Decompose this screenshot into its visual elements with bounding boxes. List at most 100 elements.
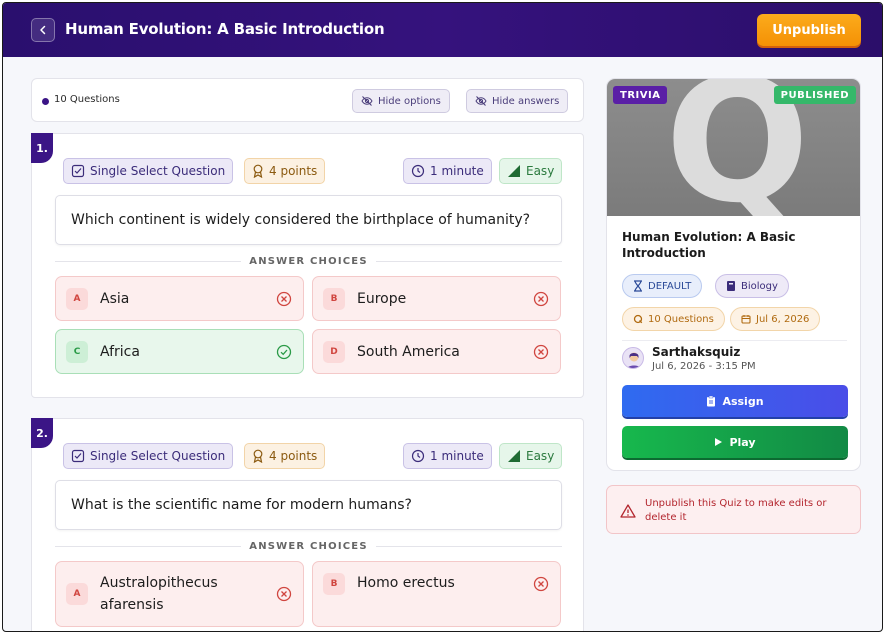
- page-title: Human Evolution: A Basic Introduction: [65, 20, 385, 38]
- choice-text: Asia: [100, 290, 130, 307]
- question-type-label: Single Select Question: [90, 449, 226, 463]
- choice-letter: B: [323, 573, 345, 595]
- question-card-2: 2. Single Select Question 4 points 1 min…: [31, 418, 584, 631]
- choice-c: C Africa: [55, 329, 304, 374]
- answer-choices-heading: ANSWER CHOICES: [55, 256, 562, 267]
- tag-default-label: DEFAULT: [648, 280, 692, 292]
- hourglass-icon: [634, 280, 642, 292]
- answer-choices-label: ANSWER CHOICES: [249, 541, 368, 552]
- app-frame: Human Evolution: A Basic Introduction Un…: [2, 2, 883, 632]
- play-button[interactable]: Play: [622, 426, 848, 458]
- difficulty-chip: Easy: [499, 158, 563, 184]
- clipboard-icon: [707, 395, 716, 407]
- wrong-x-icon: [533, 291, 549, 306]
- choice-letter: C: [66, 340, 88, 363]
- choice-letter: A: [66, 287, 88, 310]
- award-icon: [253, 449, 263, 463]
- choice-letter: D: [323, 340, 345, 363]
- question-q-icon: [633, 314, 643, 324]
- assign-button[interactable]: Assign: [622, 385, 848, 417]
- user-avatar-icon: [626, 352, 642, 368]
- difficulty-chip: Easy: [499, 443, 563, 469]
- bullet-dot: [42, 98, 49, 105]
- tag-default: DEFAULT: [622, 274, 703, 298]
- choice-letter: A: [66, 583, 88, 605]
- choice-a: A Australopithecus afarensis: [55, 561, 304, 627]
- tag-subject-label: Biology: [741, 280, 778, 292]
- unpublish-warning: Unpublish this Quiz to make edits or del…: [606, 485, 861, 534]
- question-number: 1.: [31, 133, 53, 163]
- play-label: Play: [729, 435, 756, 449]
- choice-a: A Asia: [55, 276, 304, 321]
- time-label: 1 minute: [430, 164, 484, 178]
- time-chip: 1 minute: [403, 158, 492, 184]
- eye-off-icon: [361, 96, 373, 106]
- author-date: Jul 6, 2026 - 3:15 PM: [652, 361, 756, 372]
- author-name: Sarthaksquiz: [652, 345, 741, 359]
- correct-check-icon: [276, 344, 292, 359]
- checkbox-icon: [71, 164, 85, 178]
- unpublish-button[interactable]: Unpublish: [757, 14, 861, 46]
- question-type-chip: Single Select Question: [63, 443, 234, 469]
- time-chip: 1 minute: [403, 443, 492, 469]
- hide-answers-label: Hide answers: [492, 95, 560, 107]
- choice-text: Africa: [100, 343, 140, 360]
- wrong-x-icon: [533, 576, 549, 592]
- clock-icon: [411, 449, 425, 463]
- hide-options-button[interactable]: Hide options: [352, 89, 450, 113]
- points-label: 4 points: [269, 449, 318, 463]
- assign-label: Assign: [722, 394, 764, 408]
- back-button[interactable]: [31, 18, 55, 42]
- points-chip: 4 points: [244, 158, 326, 184]
- choice-b: B Homo erectus: [312, 561, 561, 627]
- choice-d: D South America: [312, 329, 561, 374]
- quiz-summary-card: Q TRIVIA PUBLISHED Human Evolution: A Ba…: [606, 78, 861, 471]
- hide-answers-button[interactable]: Hide answers: [466, 89, 569, 113]
- difficulty-label: Easy: [526, 164, 555, 178]
- choice-b: B Europe: [312, 276, 561, 321]
- chevron-left-icon: [40, 25, 46, 35]
- quiz-title: Human Evolution: A Basic Introduction: [622, 230, 796, 260]
- book-icon: [727, 281, 735, 291]
- question-number: 2.: [31, 418, 53, 448]
- answer-choices-label: ANSWER CHOICES: [249, 256, 368, 267]
- calendar-icon: [741, 315, 751, 324]
- choice-text: Australopithecus afarensis: [100, 575, 218, 613]
- questions-toolbar: 10 Questions Hide options Hide answers: [31, 78, 584, 122]
- question-text: Which continent is widely considered the…: [55, 195, 562, 245]
- points-label: 4 points: [269, 164, 318, 178]
- top-header: Human Evolution: A Basic Introduction Un…: [3, 3, 882, 57]
- choice-text: Homo erectus: [357, 575, 455, 591]
- wrong-x-icon: [276, 586, 292, 602]
- published-badge: PUBLISHED: [773, 86, 856, 104]
- trivia-badge: TRIVIA: [613, 86, 668, 104]
- answer-choices-heading: ANSWER CHOICES: [55, 541, 562, 552]
- tag-date: Jul 6, 2026: [730, 307, 821, 331]
- choice-letter: B: [323, 287, 345, 310]
- clock-icon: [411, 164, 425, 178]
- eye-off-icon: [475, 96, 487, 106]
- choice-text: Europe: [357, 290, 407, 307]
- difficulty-label: Easy: [526, 449, 555, 463]
- question-type-chip: Single Select Question: [63, 158, 234, 184]
- question-type-label: Single Select Question: [90, 164, 226, 178]
- author-avatar: [622, 347, 644, 369]
- play-icon: [715, 438, 723, 446]
- choice-text: South America: [357, 343, 460, 360]
- tag-question-count: 10 Questions: [622, 307, 725, 331]
- wrong-x-icon: [276, 291, 292, 306]
- question-text: What is the scientific name for modern h…: [55, 480, 562, 530]
- wrong-x-icon: [533, 344, 549, 359]
- tag-subject: Biology: [715, 274, 789, 298]
- quiz-cover-image: Q TRIVIA PUBLISHED: [607, 79, 860, 216]
- difficulty-stairs-icon: [508, 165, 520, 177]
- question-card-1: 1. Single Select Question 4 points 1 min…: [31, 133, 584, 398]
- tag-questions-label: 10 Questions: [648, 313, 714, 325]
- award-icon: [253, 164, 263, 178]
- warning-text: Unpublish this Quiz to make edits or del…: [645, 498, 827, 523]
- points-chip: 4 points: [244, 443, 326, 469]
- hide-options-label: Hide options: [378, 95, 441, 107]
- checkbox-icon: [71, 449, 85, 463]
- divider: [622, 340, 847, 341]
- question-count: 10 Questions: [54, 94, 120, 105]
